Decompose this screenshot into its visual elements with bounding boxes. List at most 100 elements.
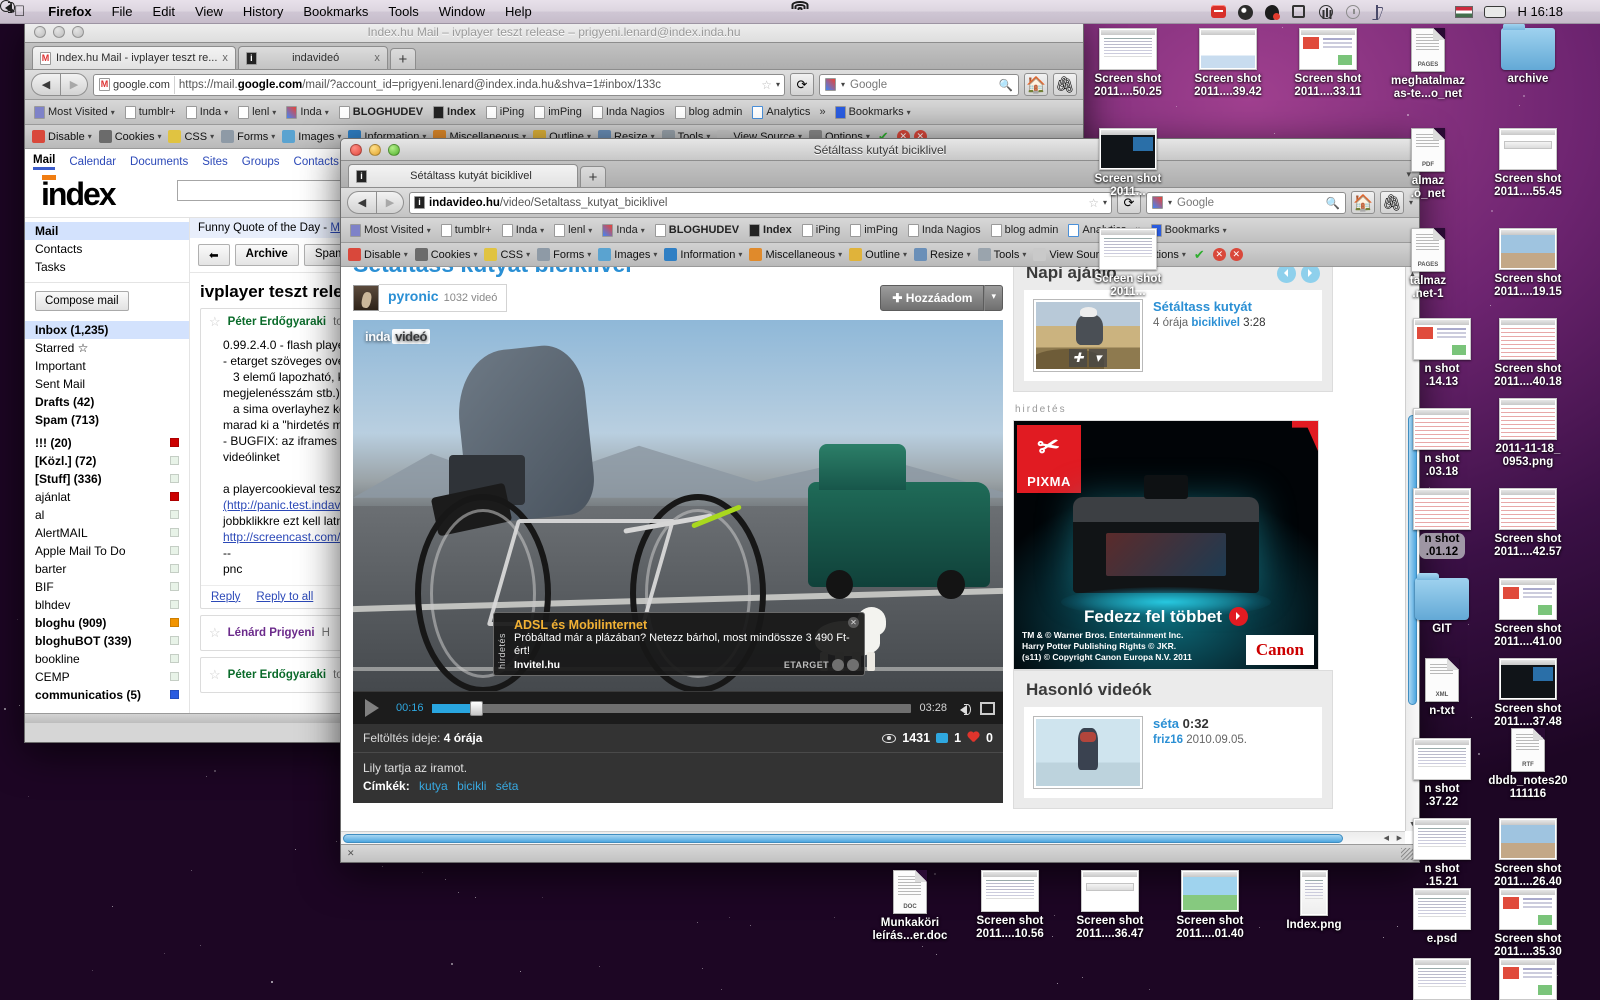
- indavideo-navbar[interactable]: ◀ ▶ i indavideo.hu/video/Setaltass_kutya…: [341, 188, 1419, 218]
- bookmark-bloghudev[interactable]: BLOGHUDEV: [651, 222, 743, 239]
- panel-body[interactable]: séta 0:32 friz16 2010.09.05.: [1024, 707, 1322, 798]
- sidebar-folder[interactable]: Spam (713): [25, 411, 189, 429]
- bookmark-lenl[interactable]: lenl ▾: [550, 222, 596, 239]
- caret-icon[interactable]: ▾: [272, 108, 276, 117]
- label-color-swatch[interactable]: [170, 636, 179, 645]
- play-icon[interactable]: [365, 699, 388, 717]
- horizontal-scrollbar[interactable]: ◀ ▶: [341, 831, 1405, 845]
- error-count-icon[interactable]: ✕: [1213, 248, 1226, 261]
- caret-icon[interactable]: ▾: [540, 226, 544, 235]
- label-color-swatch[interactable]: [170, 474, 179, 483]
- caret-icon[interactable]: ▾: [1223, 226, 1227, 235]
- panic-test-link[interactable]: (http://panic.test.indavide: [223, 498, 356, 512]
- menu-help[interactable]: Help: [495, 4, 542, 19]
- back-button[interactable]: ◀: [31, 73, 61, 96]
- desktop-icon[interactable]: Screen shot 2011....36.47: [1058, 870, 1162, 941]
- desktop-icon[interactable]: Index.png: [1262, 870, 1366, 932]
- indavideo-webdeveloper-toolbar[interactable]: Disable ▾ Cookies ▾ CSS ▾ Forms ▾ Images ▾ Informa…: [341, 243, 1419, 267]
- back-button[interactable]: ◀: [347, 191, 377, 214]
- caret-icon[interactable]: ▾: [1022, 250, 1026, 259]
- menu-edit[interactable]: Edit: [143, 4, 185, 19]
- tab-indavideo[interactable]: i indavideó x: [238, 46, 388, 69]
- sidebar-label-item[interactable]: Apple Mail To Do: [25, 542, 189, 560]
- gmail-navbar[interactable]: ◀ ▶ M google.com https://mail.google.com…: [25, 70, 1083, 100]
- menu-view[interactable]: View: [185, 4, 233, 19]
- sidebar-label-item[interactable]: BIF: [25, 578, 189, 596]
- gmail-nav-calendar[interactable]: Calendar: [69, 156, 116, 168]
- menu-firefox[interactable]: Firefox: [38, 4, 101, 19]
- tab-close-icon[interactable]: x: [222, 52, 228, 64]
- gmail-tabstrip[interactable]: M Index.hu Mail - ivplayer teszt re... x…: [25, 43, 1083, 70]
- bookmark-tumblr-[interactable]: tumblr+: [121, 104, 180, 121]
- gmail-nav-documents[interactable]: Documents: [130, 156, 188, 168]
- sidebar-folder[interactable]: Important: [25, 357, 189, 375]
- bookmark-blog-admin[interactable]: blog admin: [671, 104, 747, 121]
- sidebar-item-mail[interactable]: Mail: [25, 222, 189, 240]
- do-not-disturb-icon[interactable]: [1211, 5, 1226, 18]
- sidebar-label-item[interactable]: blhdev: [25, 596, 189, 614]
- label-color-swatch[interactable]: [170, 618, 179, 627]
- reply-link[interactable]: Reply: [211, 591, 240, 603]
- bookmark-inda-nagios[interactable]: Inda Nagios: [904, 222, 985, 239]
- gmail-nav-link[interactable]: Documents: [130, 156, 188, 168]
- caret-icon[interactable]: ▾: [1182, 250, 1186, 259]
- menu-tools[interactable]: Tools: [378, 4, 428, 19]
- add-button[interactable]: ✚ Hozzáadom: [880, 285, 984, 311]
- sidebar-item-tasks[interactable]: Tasks: [25, 258, 189, 276]
- sidebar-label-item[interactable]: bloghu (909): [25, 614, 189, 632]
- desktop-icon[interactable]: RTF dbdb_notes20 111116: [1476, 728, 1580, 801]
- bookmark-most-visited[interactable]: Most Visited ▾: [30, 104, 119, 121]
- url-bar[interactable]: i indavideo.hu/video/Setaltass_kutyat_bi…: [409, 192, 1112, 214]
- next-arrow-icon[interactable]: [1301, 267, 1320, 283]
- spotlight-search-icon[interactable]: [1574, 5, 1588, 19]
- label-color-swatch[interactable]: [170, 438, 179, 447]
- webdev-resize[interactable]: Resize ▾: [911, 247, 974, 262]
- accessibility-icon[interactable]: [1319, 5, 1333, 19]
- search-magnifier-icon[interactable]: 🔍: [999, 78, 1013, 92]
- home-button[interactable]: 🏠: [1024, 73, 1048, 96]
- desktop-icon[interactable]: PAGES meghatalmaz as-te...o_net: [1376, 28, 1480, 101]
- bookmark-inda[interactable]: Inda ▾: [498, 222, 548, 239]
- reply-all-link[interactable]: Reply to all: [256, 591, 313, 603]
- uploader-box[interactable]: pyronic 1032 videó: [379, 284, 507, 312]
- sidebar-label-item[interactable]: CEMP: [25, 668, 189, 686]
- star-icon[interactable]: ☆: [209, 625, 221, 641]
- menu-file[interactable]: File: [102, 4, 143, 19]
- label-color-swatch[interactable]: [170, 456, 179, 465]
- desktop-icon[interactable]: Screen shot 2011....37.48: [1476, 658, 1580, 729]
- maximize-icon[interactable]: [388, 144, 400, 156]
- compose-mail-button[interactable]: Compose mail: [35, 291, 129, 311]
- add-dropdown-caret-icon[interactable]: ▾: [984, 285, 1003, 311]
- dropbox-icon[interactable]: [1238, 5, 1253, 20]
- desktop-icon[interactable]: DOC Munkaköri leírás...er.doc: [858, 870, 962, 943]
- label-color-swatch[interactable]: [170, 564, 179, 573]
- webdev-forms[interactable]: Forms ▾: [218, 129, 278, 144]
- play-icon[interactable]: [1229, 607, 1248, 626]
- webdev-css[interactable]: CSS ▾: [481, 247, 533, 262]
- bookmark-inda[interactable]: Inda ▾: [598, 222, 648, 239]
- bookmark-index[interactable]: Index: [745, 222, 796, 239]
- label-color-swatch[interactable]: [170, 690, 179, 699]
- validate-check-icon[interactable]: ✔: [1190, 247, 1209, 263]
- sidebar-folder[interactable]: Starred ☆: [25, 339, 189, 357]
- reload-button[interactable]: ⟳: [790, 73, 814, 96]
- tab-gmail[interactable]: M Index.hu Mail - ivplayer teszt re... x: [32, 46, 236, 69]
- menu-history[interactable]: History: [233, 4, 293, 19]
- identity-badge[interactable]: M google.com: [98, 76, 175, 94]
- sidebar-folder[interactable]: Drafts (42): [25, 393, 189, 411]
- nav-buttons[interactable]: ◀ ▶: [347, 191, 404, 214]
- sidebar-top-group[interactable]: Mail Contacts Tasks: [25, 220, 189, 283]
- fullscreen-icon[interactable]: [980, 702, 995, 715]
- caret-icon[interactable]: ▾: [526, 250, 530, 259]
- caret-icon[interactable]: ▾: [907, 108, 911, 117]
- sidebar-label-item[interactable]: [Közl.] (72): [25, 452, 189, 470]
- search-bar[interactable]: ▾ Google 🔍: [819, 74, 1019, 96]
- scroll-left-arrow-icon[interactable]: ◀: [1384, 834, 1389, 842]
- bookmark-inda[interactable]: Inda ▾: [282, 104, 332, 121]
- search-magnifier-icon[interactable]: 🔍: [1326, 196, 1340, 210]
- desktop-icon[interactable]: Screen shot 2011....50.25: [1076, 28, 1180, 99]
- ad-title[interactable]: ADSL és Mobilinternet: [514, 618, 856, 632]
- desktop-icon[interactable]: Screen shot 2011....35.30: [1476, 888, 1580, 959]
- desktop-icon[interactable]: 2011-11-18_ 0953.png: [1476, 398, 1580, 469]
- label-color-swatch[interactable]: [170, 528, 179, 537]
